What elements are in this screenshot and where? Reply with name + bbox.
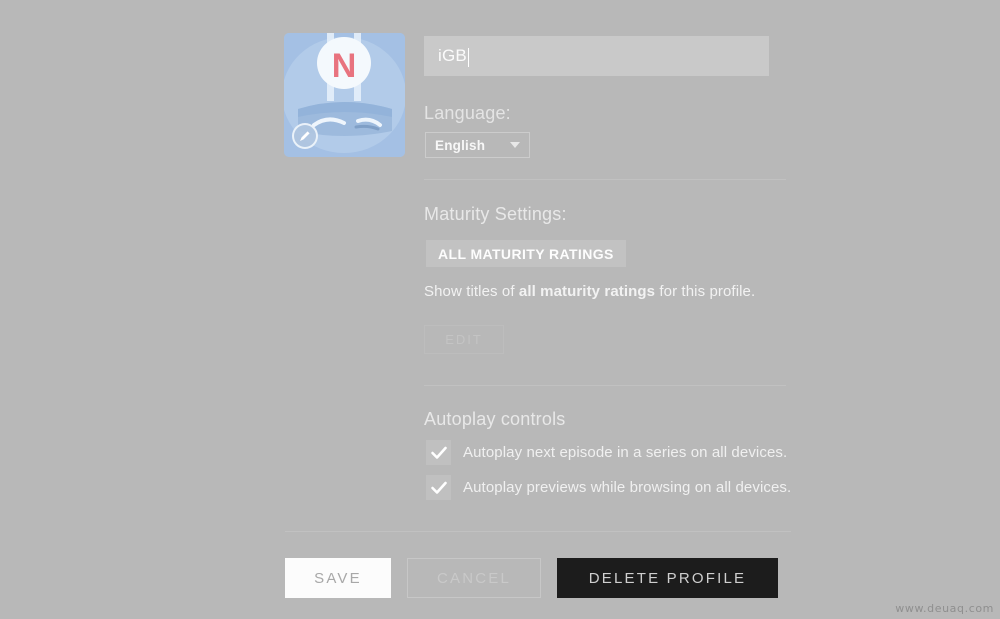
profile-name-input[interactable]: iGB <box>424 36 769 76</box>
autoplay-previews-checkbox[interactable] <box>426 475 451 500</box>
autoplay-next-episode-row[interactable]: Autoplay next episode in a series on all… <box>426 440 787 465</box>
divider <box>285 531 791 532</box>
profile-name-value: iGB <box>438 46 467 65</box>
text-caret <box>467 47 469 67</box>
edit-maturity-button[interactable]: EDIT <box>424 325 504 354</box>
maturity-rating-badge: ALL MATURITY RATINGS <box>426 240 626 267</box>
maturity-description-suffix: for this profile. <box>655 283 756 300</box>
page-title: Edit Profile <box>284 0 503 6</box>
autoplay-next-episode-label: Autoplay next episode in a series on all… <box>463 444 788 461</box>
language-select[interactable]: English <box>425 132 530 158</box>
delete-profile-button-label: DELETE PROFILE <box>588 569 747 587</box>
save-button[interactable]: SAVE <box>285 558 391 598</box>
save-button-label: SAVE <box>314 569 362 587</box>
watermark: www.deuaq.com <box>895 602 994 615</box>
edit-profile-page: Edit Profile N <box>0 0 1000 619</box>
maturity-rating-badge-label: ALL MATURITY RATINGS <box>438 245 614 262</box>
pencil-icon[interactable] <box>292 123 318 149</box>
maturity-description-prefix: Show titles of <box>424 283 519 300</box>
divider <box>424 179 786 180</box>
chevron-down-icon <box>510 142 520 148</box>
avatar[interactable]: N <box>284 33 405 157</box>
cancel-button[interactable]: CANCEL <box>407 558 541 598</box>
edit-maturity-button-label: EDIT <box>445 332 483 347</box>
maturity-description: Show titles of all maturity ratings for … <box>424 283 755 300</box>
svg-text:N: N <box>332 47 357 85</box>
delete-profile-button[interactable]: DELETE PROFILE <box>557 558 778 598</box>
autoplay-controls-heading: Autoplay controls <box>424 409 566 429</box>
maturity-description-emphasis: all maturity ratings <box>518 283 656 300</box>
divider <box>424 385 786 386</box>
maturity-settings-heading: Maturity Settings: <box>424 204 567 224</box>
language-label: Language: <box>424 103 511 123</box>
autoplay-previews-label: Autoplay previews while browsing on all … <box>463 479 792 496</box>
language-selected-value: English <box>435 137 486 153</box>
autoplay-next-episode-checkbox[interactable] <box>426 440 451 465</box>
cancel-button-label: CANCEL <box>436 569 512 587</box>
autoplay-previews-row[interactable]: Autoplay previews while browsing on all … <box>426 475 791 500</box>
